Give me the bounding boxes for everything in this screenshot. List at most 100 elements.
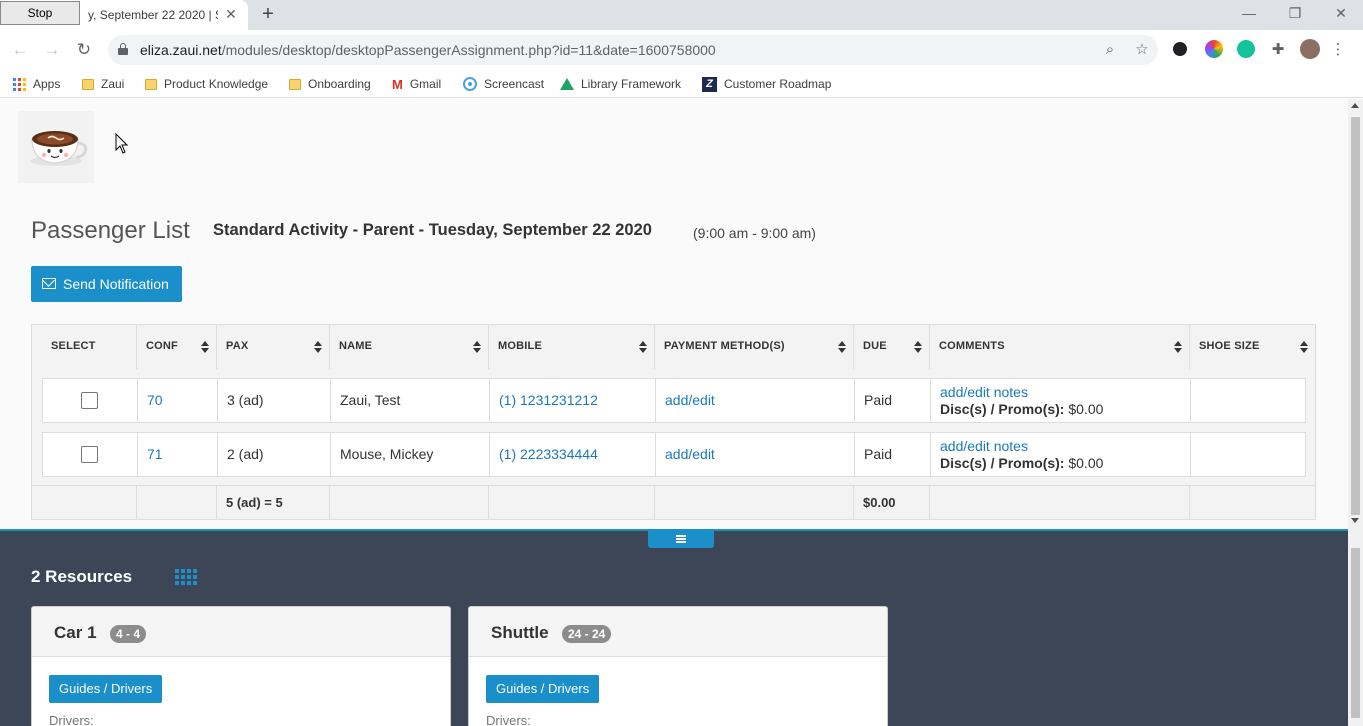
- select-cell: [43, 433, 138, 476]
- bookmarks-bar: Apps Zaui Product Knowledge Onboarding M…: [0, 70, 1363, 98]
- panel-drag-handle[interactable]: [648, 531, 714, 548]
- folder-icon: [289, 78, 301, 90]
- resource-card-header: Shuttle 24 - 24: [469, 607, 887, 657]
- mobile-link[interactable]: (1) 1231231212: [499, 392, 598, 408]
- gmail-icon: M: [392, 76, 403, 92]
- bookmark-zaui[interactable]: Zaui: [82, 75, 124, 93]
- hamburger-icon: [676, 535, 686, 543]
- column-header-payment-methods[interactable]: PAYMENT METHOD(S): [655, 325, 854, 369]
- shoe-size-cell: [1191, 379, 1305, 422]
- row-select-checkbox[interactable]: [81, 446, 98, 463]
- send-notification-button[interactable]: Send Notification: [31, 266, 182, 302]
- payment-cell: add/edit: [656, 379, 855, 422]
- forward-icon[interactable]: →: [41, 39, 63, 61]
- resource-card-shuttle: Shuttle 24 - 24 Guides / Drivers Drivers…: [468, 606, 888, 726]
- row-select-checkbox[interactable]: [81, 392, 98, 409]
- payment-edit-link[interactable]: add/edit: [665, 392, 715, 408]
- activity-time-range: (9:00 am - 9:00 am): [693, 225, 816, 241]
- upper-scroll-thumb[interactable]: [1351, 117, 1360, 515]
- sort-icon[interactable]: [314, 341, 322, 353]
- resource-card-header: Car 1 4 - 4: [32, 607, 450, 657]
- window-close-icon[interactable]: ✕: [1331, 3, 1351, 23]
- back-icon[interactable]: ←: [9, 39, 31, 61]
- discount-label: Disc(s) / Promo(s):: [940, 401, 1065, 417]
- scroll-up-arrow-icon[interactable]: [1351, 103, 1359, 108]
- address-bar[interactable]: eliza.zaui.net/modules/desktop/desktopPa…: [108, 35, 1158, 65]
- bookmark-star-icon[interactable]: ☆: [1132, 40, 1152, 60]
- tab-close-icon[interactable]: ✕: [222, 5, 240, 23]
- totals-row: 5 (ad) = 5 $0.00: [32, 485, 1315, 520]
- due-cell: Paid: [855, 433, 931, 476]
- sort-icon[interactable]: [914, 341, 922, 353]
- sort-icon[interactable]: [1174, 341, 1182, 353]
- browser-menu-icon[interactable]: ⋮: [1328, 40, 1348, 60]
- column-header-mobile[interactable]: MOBILE: [489, 325, 655, 369]
- new-tab-icon[interactable]: +: [258, 3, 278, 25]
- bookmark-apps[interactable]: Apps: [13, 75, 60, 93]
- drivers-label: Drivers:: [486, 713, 531, 726]
- resource-card-car-1: Car 1 4 - 4 Guides / Drivers Drivers:: [31, 606, 451, 726]
- sort-icon[interactable]: [473, 341, 481, 353]
- send-notification-label: Send Notification: [63, 276, 169, 292]
- page-scrollbar[interactable]: [1348, 99, 1363, 726]
- column-header-name[interactable]: NAME: [330, 325, 489, 369]
- grammarly-extension-icon[interactable]: [1237, 40, 1255, 58]
- minimize-icon[interactable]: —: [1239, 3, 1259, 23]
- bookmark-onboarding[interactable]: Onboarding: [289, 75, 371, 93]
- bookmark-customer-roadmap[interactable]: Z Customer Roadmap: [702, 75, 831, 93]
- folder-icon: [82, 78, 94, 90]
- edit-notes-link[interactable]: add/edit notes: [940, 384, 1028, 400]
- column-header-pax[interactable]: PAX: [217, 325, 330, 369]
- sort-icon[interactable]: [639, 341, 647, 353]
- name-cell: Zaui, Test: [331, 379, 490, 422]
- coffee-cup-logo[interactable]: [18, 111, 94, 183]
- column-header-shoe-size[interactable]: SHOE SIZE: [1190, 325, 1315, 369]
- reload-icon[interactable]: ↻: [73, 39, 95, 61]
- resource-name: Shuttle: [491, 623, 549, 642]
- page-title: Passenger List: [31, 217, 190, 244]
- column-header-select: SELECT: [32, 325, 137, 369]
- guides-drivers-button[interactable]: Guides / Drivers: [49, 675, 163, 703]
- comments-cell: add/edit notes Disc(s) / Promo(s): $0.00: [931, 433, 1191, 476]
- bookmark-screencast[interactable]: Screencast: [463, 75, 544, 93]
- passenger-section: Passenger List Standard Activity - Paren…: [0, 99, 1348, 529]
- conf-cell: 70: [138, 379, 218, 422]
- select-cell: [43, 379, 138, 422]
- bookmark-product-knowledge[interactable]: Product Knowledge: [145, 75, 268, 93]
- zoom-icon[interactable]: ⌕: [1100, 40, 1120, 60]
- edit-notes-link[interactable]: add/edit notes: [940, 438, 1028, 454]
- profile-avatar[interactable]: [1300, 39, 1320, 59]
- payment-edit-link[interactable]: add/edit: [665, 446, 715, 462]
- stop-button[interactable]: Stop: [0, 1, 80, 25]
- resources-title: 2 Resources: [31, 567, 133, 586]
- conf-link[interactable]: 71: [147, 446, 163, 462]
- restore-icon[interactable]: ❐: [1285, 3, 1305, 23]
- discount-value: $0.00: [1068, 401, 1104, 417]
- folder-icon: [145, 78, 157, 90]
- column-header-comments[interactable]: COMMENTS: [930, 325, 1190, 369]
- sort-icon[interactable]: [838, 341, 846, 353]
- column-header-conf[interactable]: CONF: [137, 325, 217, 369]
- dark-mode-extension-icon[interactable]: [1173, 42, 1187, 56]
- scroll-down-arrow-icon[interactable]: [1351, 518, 1359, 523]
- guides-drivers-button[interactable]: Guides / Drivers: [486, 675, 600, 703]
- table-row: 70 3 (ad) Zaui, Test (1) 1231231212 add/…: [42, 378, 1306, 423]
- bookmark-gmail[interactable]: M Gmail: [392, 75, 441, 93]
- sort-icon[interactable]: [201, 341, 209, 353]
- shoe-size-cell: [1191, 433, 1305, 476]
- discount-value: $0.00: [1068, 455, 1104, 471]
- total-pax: 5 (ad) = 5: [217, 486, 330, 520]
- capacity-badge: 4 - 4: [110, 625, 147, 643]
- lock-icon[interactable]: [118, 43, 128, 55]
- bookmark-library-framework[interactable]: Library Framework: [560, 75, 681, 93]
- column-header-due[interactable]: DUE: [854, 325, 930, 369]
- mobile-link[interactable]: (1) 2223334444: [499, 446, 598, 462]
- extensions-puzzle-icon[interactable]: ✚: [1268, 40, 1288, 60]
- grid-view-icon[interactable]: [175, 569, 197, 585]
- lower-scroll-thumb[interactable]: [1351, 548, 1360, 718]
- resources-panel: 2 Resources Car 1 4 - 4 Guides / Drivers…: [0, 529, 1348, 726]
- color-picker-extension-icon[interactable]: [1205, 40, 1223, 58]
- conf-link[interactable]: 70: [147, 392, 163, 408]
- passenger-table: SELECT CONF PAX NAME MOBILE PAYMENT METH…: [31, 324, 1316, 520]
- sort-icon[interactable]: [1300, 341, 1308, 353]
